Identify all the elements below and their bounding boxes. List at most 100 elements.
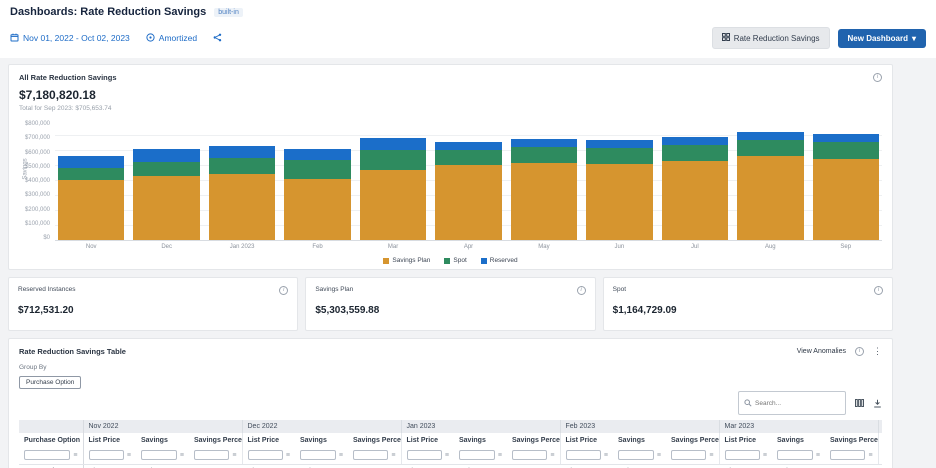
kebab-menu-icon[interactable]: ⋮ bbox=[873, 347, 882, 356]
filter-funnel-icon[interactable]: ≡ bbox=[391, 452, 395, 459]
column-header[interactable]: List Price bbox=[401, 433, 454, 447]
filter-input[interactable] bbox=[407, 450, 442, 460]
filter-funnel-icon[interactable]: ≡ bbox=[604, 452, 608, 459]
y-tick-label: $600,000 bbox=[25, 150, 50, 156]
filter-funnel-icon[interactable]: ≡ bbox=[339, 452, 343, 459]
filter-box: ≡ bbox=[777, 450, 820, 460]
filter-funnel-icon[interactable]: ≡ bbox=[657, 452, 661, 459]
legend-swatch bbox=[444, 258, 450, 264]
filter-box: ≡ bbox=[830, 450, 873, 460]
month-group-header: Jan 2023 bbox=[401, 420, 560, 433]
bar-segment-reserved bbox=[133, 149, 199, 162]
legend-item-savings-plan[interactable]: Savings Plan bbox=[383, 257, 430, 264]
filter-funnel-icon[interactable]: ≡ bbox=[763, 452, 767, 459]
group-by-chip[interactable]: Purchase Option bbox=[19, 376, 81, 389]
amortized-label: Amortized bbox=[159, 33, 197, 43]
column-header[interactable]: List Price bbox=[83, 433, 136, 447]
filter-funnel-icon[interactable]: ≡ bbox=[127, 452, 131, 459]
card-value: $1,164,729.09 bbox=[613, 305, 883, 316]
column-header[interactable]: Savings Percent bbox=[189, 433, 242, 447]
filter-input[interactable] bbox=[24, 450, 70, 460]
bar-column bbox=[511, 139, 577, 240]
filter-input[interactable] bbox=[566, 450, 601, 460]
legend-item-spot[interactable]: Spot bbox=[444, 257, 466, 264]
x-tick-label: Jul bbox=[662, 244, 728, 250]
filter-box: ≡ bbox=[566, 450, 609, 460]
share-button[interactable] bbox=[213, 33, 222, 44]
chart-info-icon[interactable]: i bbox=[873, 73, 882, 82]
filter-input[interactable] bbox=[725, 450, 760, 460]
filter-input[interactable] bbox=[671, 450, 706, 460]
bar-segment-spot bbox=[511, 147, 577, 163]
filter-funnel-icon[interactable]: ≡ bbox=[498, 452, 502, 459]
bar-column bbox=[209, 146, 275, 240]
table-info-icon[interactable]: i bbox=[855, 347, 864, 356]
column-header[interactable]: Savings bbox=[295, 433, 348, 447]
filter-input[interactable] bbox=[89, 450, 124, 460]
filter-input[interactable] bbox=[618, 450, 654, 460]
filter-input[interactable] bbox=[353, 450, 388, 460]
bar-segment-savings-plan bbox=[737, 156, 803, 240]
search-input[interactable] bbox=[755, 400, 840, 407]
bar-segment-reserved bbox=[511, 139, 577, 147]
column-header[interactable]: List Price bbox=[242, 433, 295, 447]
column-header[interactable]: List Price bbox=[560, 433, 613, 447]
legend-swatch bbox=[481, 258, 487, 264]
card-info-icon[interactable]: i bbox=[874, 286, 883, 295]
table-cell: $261,235.72 bbox=[560, 465, 613, 468]
filter-funnel-icon[interactable]: ≡ bbox=[445, 452, 449, 459]
filter-funnel-icon[interactable]: ≡ bbox=[550, 452, 554, 459]
filter-input[interactable] bbox=[194, 450, 229, 460]
card-title: Reserved Instances bbox=[18, 286, 75, 293]
column-chooser-icon[interactable] bbox=[855, 399, 864, 407]
filter-input[interactable] bbox=[777, 450, 813, 460]
column-header[interactable]: Savings Percent bbox=[507, 433, 560, 447]
table-scroll-area[interactable]: Nov 2022Dec 2022Jan 2023Feb 2023Mar 2023… bbox=[19, 420, 882, 468]
filter-funnel-icon[interactable]: ≡ bbox=[286, 452, 290, 459]
filter-funnel-icon[interactable]: ≡ bbox=[816, 452, 820, 459]
bar-segment-savings-plan bbox=[209, 174, 275, 240]
column-header[interactable]: Savings bbox=[136, 433, 189, 447]
date-range-picker[interactable]: Nov 01, 2022 - Oct 02, 2023 bbox=[10, 33, 130, 44]
filter-cell: ≡ bbox=[189, 447, 242, 465]
saved-view-button[interactable]: Rate Reduction Savings bbox=[712, 27, 830, 49]
column-header[interactable]: Savings Percent bbox=[825, 433, 878, 447]
column-header[interactable]: Savings Percent bbox=[348, 433, 401, 447]
filter-funnel-icon[interactable]: ≡ bbox=[73, 452, 77, 459]
column-header[interactable]: Savings bbox=[613, 433, 666, 447]
filter-funnel-icon[interactable]: ≡ bbox=[232, 452, 236, 459]
new-dashboard-button[interactable]: New Dashboard ▾ bbox=[838, 29, 926, 48]
column-header[interactable]: List Price bbox=[719, 433, 772, 447]
column-header[interactable]: List Price bbox=[878, 433, 882, 447]
filter-input[interactable] bbox=[248, 450, 283, 460]
column-header-purchase-option[interactable]: Purchase Option bbox=[19, 433, 83, 447]
view-anomalies-button[interactable]: View Anomalies bbox=[797, 348, 846, 355]
filter-funnel-icon[interactable]: ≡ bbox=[180, 452, 184, 459]
amortized-toggle[interactable]: Amortized bbox=[146, 33, 197, 44]
column-header[interactable]: Savings bbox=[772, 433, 825, 447]
card-value: $712,531.20 bbox=[18, 305, 288, 316]
filter-cell: ≡ bbox=[83, 447, 136, 465]
download-icon[interactable] bbox=[873, 399, 882, 408]
filter-input[interactable] bbox=[459, 450, 495, 460]
legend-item-reserved[interactable]: Reserved bbox=[481, 257, 518, 264]
filter-input[interactable] bbox=[512, 450, 547, 460]
chevron-down-icon: ▾ bbox=[912, 34, 916, 43]
bar-column bbox=[360, 138, 426, 240]
filter-funnel-icon[interactable]: ≡ bbox=[709, 452, 713, 459]
legend-label: Spot bbox=[453, 257, 466, 264]
filter-input[interactable] bbox=[830, 450, 865, 460]
column-header[interactable]: Savings bbox=[454, 433, 507, 447]
table-corner bbox=[19, 420, 83, 433]
filter-input[interactable] bbox=[141, 450, 177, 460]
filter-funnel-icon[interactable]: ≡ bbox=[868, 452, 872, 459]
filter-input[interactable] bbox=[300, 450, 336, 460]
card-info-icon[interactable]: i bbox=[577, 286, 586, 295]
card-info-icon[interactable]: i bbox=[279, 286, 288, 295]
filter-cell: ≡ bbox=[295, 447, 348, 465]
table-cell: $289,598.08 bbox=[242, 465, 295, 468]
x-tick-label: Nov bbox=[58, 244, 124, 250]
legend-label: Reserved bbox=[490, 257, 518, 264]
column-header[interactable]: Savings Percent bbox=[666, 433, 719, 447]
bar-segment-spot bbox=[58, 168, 124, 180]
